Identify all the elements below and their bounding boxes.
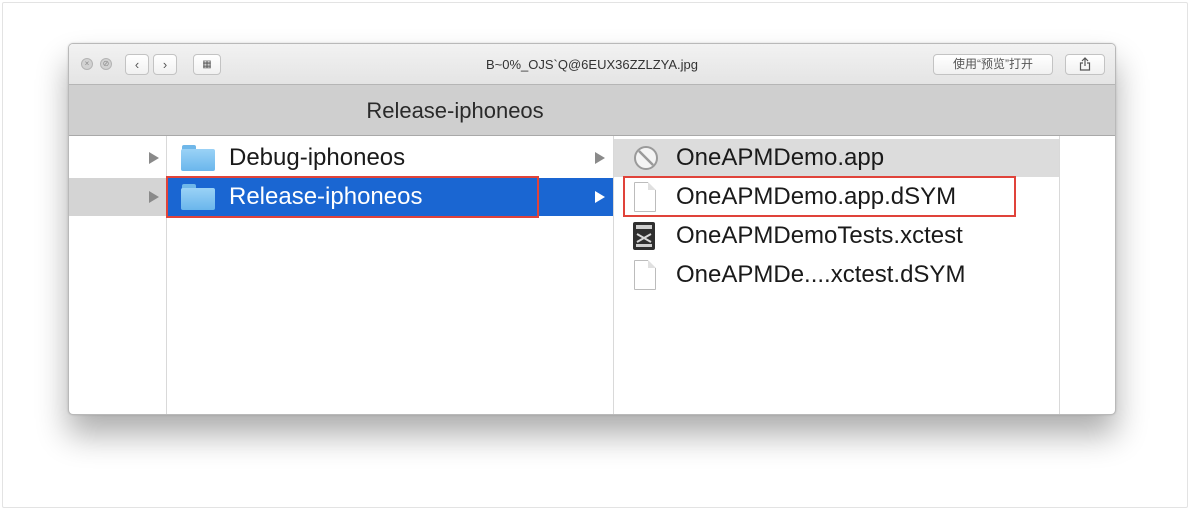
share-button[interactable] — [1065, 54, 1105, 75]
share-icon — [1079, 57, 1091, 71]
toolbar: × ⊘ ‹ › ▦ B~0%_OJS`Q@6EUX36ZZLZYA.jpg 使用… — [69, 44, 1115, 84]
annotation-highlight-box — [166, 176, 539, 218]
disclosure-arrow-icon — [595, 191, 605, 203]
document-icon — [634, 260, 656, 290]
xctest-bundle-icon — [633, 222, 655, 250]
disclosure-arrow-icon — [149, 152, 159, 164]
parent-column-row-selected[interactable] — [69, 178, 166, 216]
path-bar-title: Release-iphoneos — [366, 98, 544, 123]
column-divider[interactable] — [1059, 136, 1060, 414]
list-item-debug-iphoneos[interactable]: Debug-iphoneos — [167, 139, 613, 177]
disclosure-arrow-icon — [149, 191, 159, 203]
list-item-oneapmdemo-app[interactable]: OneAPMDemo.app — [614, 139, 1059, 177]
list-item-label: OneAPMDemo.app — [676, 144, 885, 171]
list-item-label: OneAPMDe....xctest.dSYM — [676, 261, 966, 288]
list-item-oneapmde-xctest-dsym[interactable]: OneAPMDe....xctest.dSYM — [614, 256, 1059, 294]
open-with-preview-button[interactable]: 使用“预览”打开 — [933, 54, 1053, 75]
path-bar: Release-iphoneos — [69, 84, 1115, 136]
list-item-label: Debug-iphoneos — [229, 144, 406, 171]
app-icon — [634, 146, 658, 170]
list-item-oneapmdemotests-xctest[interactable]: OneAPMDemoTests.xctest — [614, 217, 1059, 255]
list-item-label: OneAPMDemoTests.xctest — [676, 222, 963, 249]
folder-icon — [181, 145, 215, 171]
parent-column-row[interactable] — [69, 139, 166, 177]
finder-window: × ⊘ ‹ › ▦ B~0%_OJS`Q@6EUX36ZZLZYA.jpg 使用… — [68, 43, 1116, 415]
annotation-highlight-box — [623, 176, 1016, 217]
disclosure-arrow-icon — [595, 152, 605, 164]
